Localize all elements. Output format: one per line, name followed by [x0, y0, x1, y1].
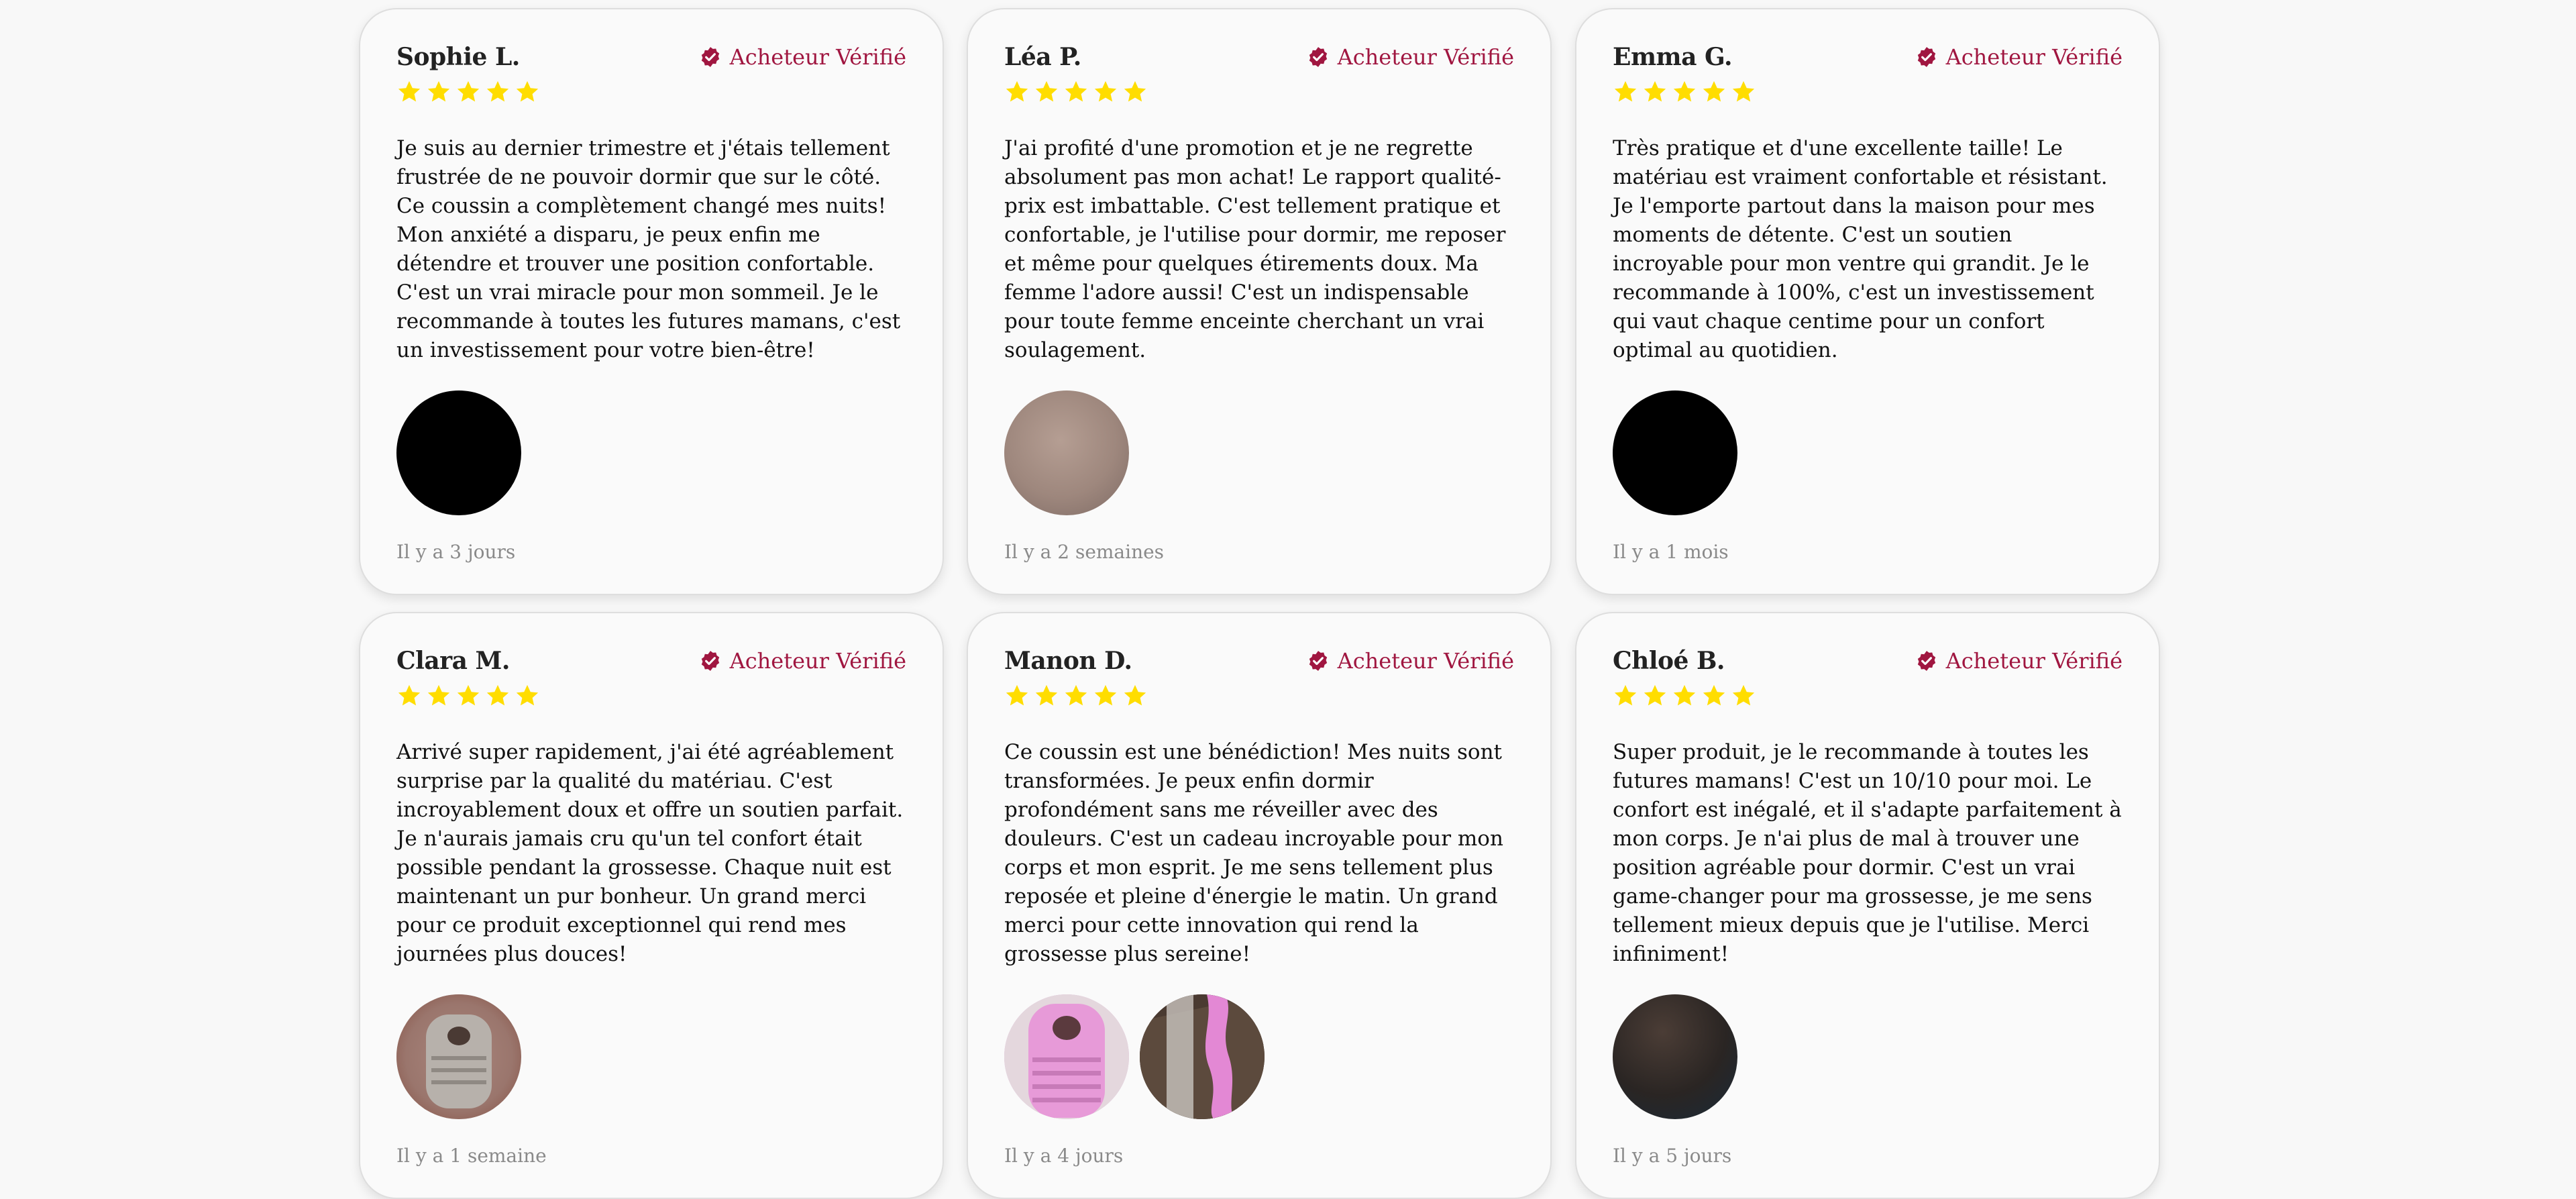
star-icon [1614, 684, 1637, 706]
star-icon [1035, 81, 1058, 102]
pillow-photo [1004, 994, 1129, 1119]
verified-badge-icon [1309, 47, 1327, 67]
star-icon [1703, 81, 1725, 102]
review-column-2: Léa P. Acheteur Vérifié J'ai profité d'u… [967, 8, 1552, 1199]
star-icon [427, 81, 450, 102]
star-icon [1732, 81, 1755, 102]
star-icon [516, 684, 539, 706]
star-icon [398, 684, 421, 706]
star-icon [1614, 81, 1637, 102]
review-text: Je suis au dernier trimestre et j'étais … [396, 136, 901, 362]
pillow-photo [1140, 994, 1265, 1119]
review-author: Chloé B. [1613, 647, 1725, 675]
review-text: Arrivé super rapidement, j'ai été agréab… [396, 740, 904, 966]
review-photos [1004, 390, 1514, 515]
star-icon [1644, 81, 1666, 102]
star-icon [1124, 81, 1146, 102]
review-timestamp: Il y a 5 jours [1613, 1145, 1732, 1167]
verified-badge-icon [1309, 651, 1327, 671]
star-icon [1094, 684, 1117, 706]
review-photo-thumbnail[interactable] [1613, 390, 1737, 515]
verified-badge-icon [1917, 651, 1935, 671]
review-timestamp: Il y a 1 semaine [396, 1145, 547, 1167]
review-author: Sophie L. [396, 43, 520, 71]
star-icon [1703, 684, 1725, 706]
review-author: Emma G. [1613, 43, 1732, 71]
verified-badge: Acheteur Vérifié [699, 648, 906, 674]
review-card: Emma G. Acheteur Vérifié Très pratique e… [1575, 8, 2160, 595]
review-photo-thumbnail[interactable] [396, 994, 521, 1119]
review-column-3: Emma G. Acheteur Vérifié Très pratique e… [1575, 8, 2160, 1199]
review-card: Manon D. Acheteur Vérifié Ce coussin est… [967, 612, 1552, 1199]
verified-badge: Acheteur Vérifié [699, 44, 906, 70]
star-icon [457, 81, 480, 102]
verified-badge: Acheteur Vérifié [1915, 44, 2123, 70]
star-rating [1004, 683, 1514, 710]
star-icon [1124, 684, 1146, 706]
review-text: Ce coussin est une bénédiction! Mes nuit… [1004, 740, 1503, 966]
star-icon [1673, 684, 1696, 706]
review-photo-thumbnail[interactable] [1004, 390, 1129, 515]
verified-label: Acheteur Vérifié [1945, 44, 2123, 70]
review-timestamp: Il y a 3 jours [396, 541, 516, 563]
star-rating [1613, 683, 2123, 710]
review-photos [1613, 390, 2123, 515]
verified-label: Acheteur Vérifié [729, 648, 906, 674]
review-timestamp: Il y a 1 mois [1613, 541, 1729, 563]
star-icon [1006, 81, 1028, 102]
verified-badge-icon [1917, 47, 1935, 67]
review-text: J'ai profité d'une promotion et je ne re… [1004, 136, 1506, 362]
verified-badge: Acheteur Vérifié [1307, 648, 1514, 674]
star-icon [1673, 81, 1696, 102]
star-icon [457, 684, 480, 706]
star-icon [398, 81, 421, 102]
review-timestamp: Il y a 2 semaines [1004, 541, 1165, 563]
star-icon [1732, 684, 1755, 706]
star-rating [1613, 79, 2123, 106]
star-icon [516, 81, 539, 102]
review-photo-thumbnail[interactable] [1004, 994, 1129, 1119]
review-column-1: Sophie L. Acheteur Vérifié Je suis au de… [359, 8, 944, 1199]
star-rating [396, 683, 906, 710]
verified-label: Acheteur Vérifié [1337, 44, 1514, 70]
star-icon [486, 81, 509, 102]
verified-label: Acheteur Vérifié [729, 44, 906, 70]
review-card: Clara M. Acheteur Vérifié Arrivé super r… [359, 612, 944, 1199]
verified-badge-icon [701, 47, 719, 67]
star-rating [396, 79, 906, 106]
star-icon [1035, 684, 1058, 706]
review-card: Léa P. Acheteur Vérifié J'ai profité d'u… [967, 8, 1552, 595]
star-icon [1006, 684, 1028, 706]
review-card: Sophie L. Acheteur Vérifié Je suis au de… [359, 8, 944, 595]
review-author: Manon D. [1004, 647, 1132, 675]
verified-label: Acheteur Vérifié [1337, 648, 1514, 674]
star-icon [427, 684, 450, 706]
pillow-photo [396, 994, 521, 1119]
review-photos [1004, 994, 1514, 1119]
review-photo-thumbnail[interactable] [1140, 994, 1265, 1119]
verified-label: Acheteur Vérifié [1945, 648, 2123, 674]
review-author: Léa P. [1004, 43, 1081, 71]
review-photo-thumbnail[interactable] [396, 390, 521, 515]
star-icon [1644, 684, 1666, 706]
verified-badge: Acheteur Vérifié [1307, 44, 1514, 70]
star-icon [486, 684, 509, 706]
verified-badge: Acheteur Vérifié [1915, 648, 2123, 674]
star-icon [1065, 81, 1087, 102]
star-icon [1065, 684, 1087, 706]
review-photos [396, 390, 906, 515]
review-text: Super produit, je le recommande à toutes… [1613, 740, 2122, 966]
star-icon [1094, 81, 1117, 102]
review-photos [396, 994, 906, 1119]
review-photo-thumbnail[interactable] [1613, 994, 1737, 1119]
review-photos [1613, 994, 2123, 1119]
review-timestamp: Il y a 4 jours [1004, 1145, 1124, 1167]
verified-badge-icon [701, 651, 719, 671]
star-rating [1004, 79, 1514, 106]
review-author: Clara M. [396, 647, 510, 675]
review-card: Chloé B. Acheteur Vérifié Super produit,… [1575, 612, 2160, 1199]
review-text: Très pratique et d'une excellente taille… [1613, 136, 2108, 362]
